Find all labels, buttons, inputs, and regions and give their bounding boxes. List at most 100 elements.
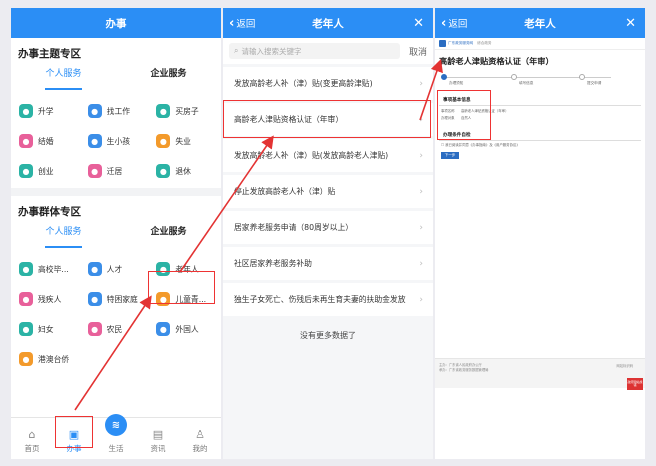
service-item[interactable]: ● 农民 [84, 314, 153, 344]
back-button[interactable]: ‹ 返回 [229, 8, 255, 38]
nav-item-news[interactable]: ▤ 资讯 [137, 418, 179, 459]
theme-service-grid: ● 升学 ● 找工作 ● 买房子 ● 结婚 ● 生小孩 ● 失业 ● 创业 ● 迁居 ● 退休 [11, 90, 221, 186]
service-item[interactable]: ● 买房子 [152, 96, 221, 126]
service-item[interactable]: ● 残疾人 [15, 284, 84, 314]
nav-item-life[interactable]: ≋ 生活 [95, 414, 137, 459]
passport-icon: ● [156, 322, 171, 336]
list-item[interactable]: 停止发放高龄老人补（津）贴 › [223, 175, 433, 208]
service-item-label: 外国人 [175, 324, 199, 334]
portal-header: 广东政务服务网 综合政务 [435, 38, 645, 50]
list-item[interactable]: 发放高龄老人补（津）贴(发放高龄老人津贴) › [223, 139, 433, 172]
embedded-web-form: 广东政务服务网 综合政务 高龄老人津贴资格认证（年审） 办理须知 填写信息 提交… [435, 38, 645, 459]
group-zone-title: 办事群体专区 [18, 206, 81, 218]
service-title: 高龄老人津贴资格认证（年审） [439, 56, 554, 66]
chevron-left-icon: ‹ [441, 15, 447, 31]
search-bar: ⌕ 请输入搜索关键字 取消 [223, 38, 433, 64]
cancel-button[interactable]: 取消 [409, 45, 427, 58]
nav-label: 首页 [24, 444, 40, 453]
user-icon: ♙ [195, 428, 205, 441]
wheelchair-icon: ● [19, 292, 33, 306]
list-item[interactable]: 社区居家养老服务补助 › [223, 247, 433, 280]
service-item-label: 退休 [175, 166, 191, 176]
tab-personal-services-group[interactable]: 个人服务 [11, 222, 116, 248]
group-zone-tabs: 个人服务 企业服务 [11, 222, 221, 248]
tutorial-stage: 办事 办事主题专区 个人服务 企业服务 ● 升学 ● 找工作 ● 买房子 ● 结婚 ● 生小孩 ● 失… [0, 0, 656, 466]
news-icon: ▤ [152, 428, 164, 441]
service-item[interactable]: ● 迁居 [84, 156, 153, 186]
list-item[interactable]: 发放高龄老人补（津）贴(变更高龄津贴) › [223, 67, 433, 100]
service-item[interactable]: ● 退休 [152, 156, 221, 186]
woman-icon: ● [19, 322, 33, 336]
service-item[interactable]: ● 结婚 [15, 126, 84, 156]
chevron-right-icon: › [419, 294, 423, 305]
step-dot-1 [441, 74, 447, 80]
chevron-right-icon: › [419, 150, 423, 161]
elderly-list-header: ‹ 返回 老年人 ✕ [223, 8, 433, 38]
list-item-label: 停止发放高龄老人补（津）贴 [234, 187, 336, 196]
page-title: 办事 [105, 17, 127, 30]
close-icon[interactable]: ✕ [413, 8, 424, 38]
service-item[interactable]: ● 找工作 [84, 96, 153, 126]
agreement-checkbox-label[interactable]: ☐ 我已阅读并同意《办事指南》及《用户服务协议》 [435, 141, 645, 148]
list-item-label: 居家养老服务申请（80周岁以上） [234, 223, 354, 232]
service-item-label: 特困家庭 [106, 294, 138, 304]
service-item[interactable]: ● 外国人 [152, 314, 221, 344]
service-item-label: 人才 [106, 264, 123, 274]
family-icon: ● [87, 292, 102, 306]
nav-item-user[interactable]: ♙ 我的 [179, 418, 221, 459]
chevron-right-icon: › [419, 222, 423, 233]
annual-review-highlight-box [223, 100, 431, 138]
service-item[interactable]: ● 生小孩 [84, 126, 153, 156]
tab-personal-services[interactable]: 个人服务 [11, 64, 116, 90]
tab-enterprise-services[interactable]: 企业服务 [116, 64, 221, 90]
service-item[interactable]: ● 特困家庭 [84, 284, 153, 314]
report-error-badge[interactable]: 政府网站找错 [627, 378, 643, 390]
briefcase-icon: ● [87, 104, 102, 118]
life-icon: ≋ [105, 414, 127, 436]
nav-item-home[interactable]: ⌂ 首页 [11, 418, 53, 459]
services-header: 办事 [11, 8, 221, 38]
service-item[interactable]: ● 失业 [152, 126, 221, 156]
service-item-label: 港澳台侨 [38, 354, 70, 364]
tab-enterprise-services-group[interactable]: 企业服务 [116, 222, 221, 248]
service-item-label: 升学 [38, 106, 54, 116]
search-input[interactable]: ⌕ 请输入搜索关键字 [229, 43, 400, 59]
person-icon: ● [87, 262, 102, 276]
list-item[interactable]: 独生子女死亡、伤残后未再生育夫妻的扶助金发放 › [223, 283, 433, 316]
farmer-icon: ● [87, 322, 102, 336]
service-item[interactable]: ● 港澳台侨 [15, 344, 84, 374]
house-icon: ● [156, 104, 171, 118]
banshi-nav-highlight-box [55, 416, 93, 448]
back-button[interactable]: ‹ 返回 [441, 8, 467, 38]
chevron-right-icon: › [419, 78, 423, 89]
form-header: ‹ 返回 老年人 ✕ [435, 8, 645, 38]
service-item[interactable]: ● 人才 [84, 254, 153, 284]
list-item-label: 发放高龄老人补（津）贴(变更高龄津贴) [234, 79, 373, 88]
list-item[interactable]: 居家养老服务申请（80周岁以上） › [223, 211, 433, 244]
service-item[interactable]: ● 创业 [15, 156, 84, 186]
progress-steps: 办理须知 填写信息 提交申请 [439, 71, 641, 91]
close-icon[interactable]: ✕ [625, 8, 636, 38]
service-item-label: 创业 [38, 166, 54, 176]
heart-icon: ● [19, 134, 33, 148]
service-item[interactable]: ● 高校毕... [15, 254, 84, 284]
service-item-label: 农民 [106, 324, 123, 334]
bottom-navigation: ⌂ 首页 ▣ 办事 ≋ 生活 ▤ 资讯 ♙ 我的 [11, 414, 221, 459]
baby-icon: ● [87, 134, 102, 148]
portal-name: 广东政务服务网 [448, 41, 474, 45]
truck-icon: ● [87, 164, 102, 178]
service-item-label: 生小孩 [106, 136, 131, 146]
list-item-label: 社区居家养老服务补助 [234, 259, 312, 268]
group-service-grid: ● 高校毕... ● 人才 ● 老年人 ● 残疾人 ● 特困家庭 ● 儿童青... ● 妇女 ● 农民 ● 外国人… [11, 248, 221, 374]
agreement-text: 我已阅读并同意《办事指南》及《用户服务协议》 [445, 143, 520, 147]
next-step-button[interactable]: 下一步 [441, 152, 459, 159]
service-item[interactable]: ● 妇女 [15, 314, 84, 344]
chevron-left-icon: ‹ [229, 15, 235, 31]
portal-footer: 主办：广东省人民政府办公厅 承办：广东省政务服务数据管理局 网站标识码 [435, 358, 645, 388]
service-item-label: 妇女 [38, 324, 54, 334]
search-icon: ⌕ [234, 46, 239, 55]
page-title: 老年人 [312, 17, 344, 30]
service-item[interactable]: ● 升学 [15, 96, 84, 126]
list-item-label: 独生子女死亡、伤残后未再生育夫妻的扶助金发放 [234, 295, 406, 304]
step-dot-3 [579, 74, 585, 80]
